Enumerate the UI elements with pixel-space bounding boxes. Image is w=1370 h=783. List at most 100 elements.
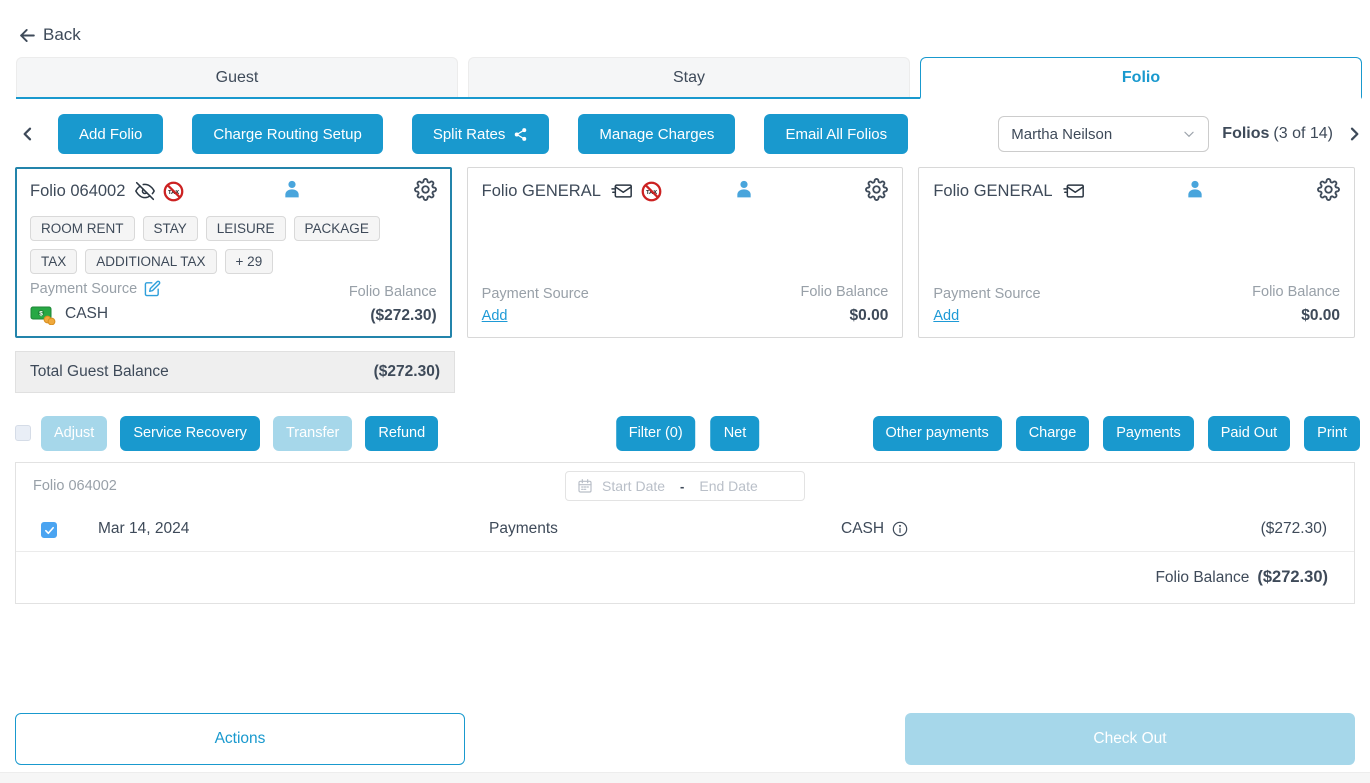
folio-card-title: Folio GENERAL — [482, 182, 601, 201]
folio-card-064002[interactable]: Folio 064002 TAX ROOM RENT — [15, 167, 452, 338]
folio-page: Back Guest Stay Folio Add Folio Charge R… — [0, 0, 1370, 783]
payment-method-value: CASH — [65, 305, 108, 323]
tag-leisure: LEISURE — [206, 216, 286, 241]
folio-card-title: Folio GENERAL — [933, 182, 1052, 201]
payments-button[interactable]: Payments — [1103, 416, 1193, 451]
transaction-amount: ($272.30) — [1261, 520, 1327, 538]
send-email-icon[interactable] — [1062, 181, 1086, 201]
tab-guest[interactable]: Guest — [16, 57, 458, 97]
guest-selector-value: Martha Neilson — [1011, 126, 1112, 143]
email-all-folios-button[interactable]: Email All Folios — [764, 114, 908, 154]
charge-routing-setup-button[interactable]: Charge Routing Setup — [192, 114, 382, 154]
back-label: Back — [43, 25, 81, 45]
service-recovery-button[interactable]: Service Recovery — [120, 416, 260, 451]
add-folio-button[interactable]: Add Folio — [58, 114, 163, 154]
split-rates-button[interactable]: Split Rates — [412, 114, 550, 154]
refund-button[interactable]: Refund — [365, 416, 438, 451]
back-button[interactable]: Back — [18, 25, 81, 45]
filter-button[interactable]: Filter (0) — [616, 416, 696, 451]
folio-cards: Folio 064002 TAX ROOM RENT — [15, 167, 1355, 338]
transaction-date: Mar 14, 2024 — [98, 520, 189, 538]
actions-button[interactable]: Actions — [15, 713, 465, 765]
folio-card-general-2[interactable]: Folio GENERAL Payment Source Add — [918, 167, 1355, 338]
payment-source-label: Payment Source — [482, 286, 589, 302]
folio-balance-value: ($272.30) — [349, 307, 437, 325]
start-date-input[interactable]: Start Date — [602, 478, 665, 494]
transactions-table: Folio 064002 Start Date - End Date Mar 1… — [15, 462, 1355, 604]
chevron-right-icon[interactable] — [1346, 125, 1362, 143]
charge-code-tags: ROOM RENT STAY LEISURE PACKAGE TAX ADDIT… — [30, 216, 404, 274]
gear-icon[interactable] — [865, 178, 888, 201]
date-separator: - — [680, 479, 684, 494]
no-tax-icon[interactable]: TAX — [641, 181, 662, 202]
add-payment-source-link[interactable]: Add — [933, 308, 959, 324]
guest-selector-dropdown[interactable]: Martha Neilson — [998, 116, 1209, 152]
check-out-button[interactable]: Check Out — [905, 713, 1355, 765]
table-folio-id: Folio 064002 — [33, 478, 117, 494]
select-all-checkbox[interactable] — [15, 425, 31, 441]
gear-icon[interactable] — [1317, 178, 1340, 201]
folio-balance-value: $0.00 — [1252, 307, 1340, 325]
eye-slash-icon[interactable] — [134, 181, 156, 201]
net-button[interactable]: Net — [711, 416, 760, 451]
print-button[interactable]: Print — [1304, 416, 1360, 451]
tag-room-rent: ROOM RENT — [30, 216, 135, 241]
guest-person-icon[interactable] — [282, 179, 302, 199]
payment-source-label: Payment Source — [30, 281, 137, 297]
chevron-left-icon[interactable] — [20, 125, 36, 143]
tag-stay: STAY — [143, 216, 198, 241]
end-date-input[interactable]: End Date — [699, 478, 757, 494]
edit-payment-icon[interactable] — [144, 280, 161, 297]
table-folio-balance-value: ($272.30) — [1257, 568, 1328, 587]
total-guest-balance: Total Guest Balance ($272.30) — [15, 351, 455, 393]
add-payment-source-link[interactable]: Add — [482, 308, 508, 324]
no-tax-icon[interactable]: TAX — [163, 181, 184, 202]
folio-pager: Martha Neilson Folios (3 of 14) — [998, 116, 1362, 152]
cash-icon: $ — [30, 303, 56, 325]
send-email-icon[interactable] — [610, 181, 634, 201]
date-range-picker[interactable]: Start Date - End Date — [565, 471, 805, 501]
folios-count: (3 of 14) — [1273, 125, 1333, 143]
tab-bar: Guest Stay Folio — [16, 57, 1362, 99]
paid-out-button[interactable]: Paid Out — [1208, 416, 1290, 451]
adjust-button[interactable]: Adjust — [41, 416, 107, 451]
manage-charges-button[interactable]: Manage Charges — [578, 114, 735, 154]
info-icon[interactable] — [892, 521, 908, 537]
other-payments-button[interactable]: Other payments — [873, 416, 1002, 451]
footer-strip — [0, 772, 1370, 783]
folios-label: Folios — [1222, 125, 1269, 143]
row-checkbox[interactable] — [41, 522, 57, 538]
gear-icon[interactable] — [414, 178, 437, 201]
transaction-method: CASH — [841, 520, 884, 538]
calendar-icon — [577, 478, 593, 494]
transactions-controls: Adjust Service Recovery Transfer Refund … — [15, 415, 1360, 451]
chevron-down-icon — [1182, 127, 1196, 141]
transaction-row[interactable]: Mar 14, 2024 Payments CASH ($272.30) — [16, 509, 1354, 552]
tag-more-count[interactable]: + 29 — [225, 249, 274, 274]
toolbar-buttons: Add Folio Charge Routing Setup Split Rat… — [58, 114, 908, 154]
tab-folio[interactable]: Folio — [920, 57, 1362, 99]
folio-balance-label: Folio Balance — [800, 284, 888, 300]
folio-card-title: Folio 064002 — [30, 182, 125, 201]
tag-package: PACKAGE — [294, 216, 380, 241]
charge-button[interactable]: Charge — [1016, 416, 1090, 451]
folio-balance-label: Folio Balance — [349, 284, 437, 300]
folios-counter: Folios (3 of 14) — [1222, 125, 1333, 143]
transaction-type: Payments — [489, 520, 558, 538]
transfer-button[interactable]: Transfer — [273, 416, 352, 451]
guest-person-icon[interactable] — [1185, 179, 1205, 199]
back-arrow-icon — [18, 26, 37, 45]
tab-stay[interactable]: Stay — [468, 57, 910, 97]
payment-source-label: Payment Source — [933, 286, 1040, 302]
folio-balance-value: $0.00 — [800, 307, 888, 325]
folio-toolbar: Add Folio Charge Routing Setup Split Rat… — [0, 114, 1362, 154]
total-guest-balance-value: ($272.30) — [374, 363, 440, 381]
table-folio-balance-label: Folio Balance — [1155, 569, 1249, 587]
tag-tax: TAX — [30, 249, 77, 274]
tag-additional-tax: ADDITIONAL TAX — [85, 249, 216, 274]
total-guest-balance-label: Total Guest Balance — [30, 363, 169, 381]
svg-text:$: $ — [39, 310, 43, 317]
guest-person-icon[interactable] — [734, 179, 754, 199]
share-icon — [513, 127, 528, 142]
folio-card-general-1[interactable]: Folio GENERAL TAX Paym — [467, 167, 904, 338]
